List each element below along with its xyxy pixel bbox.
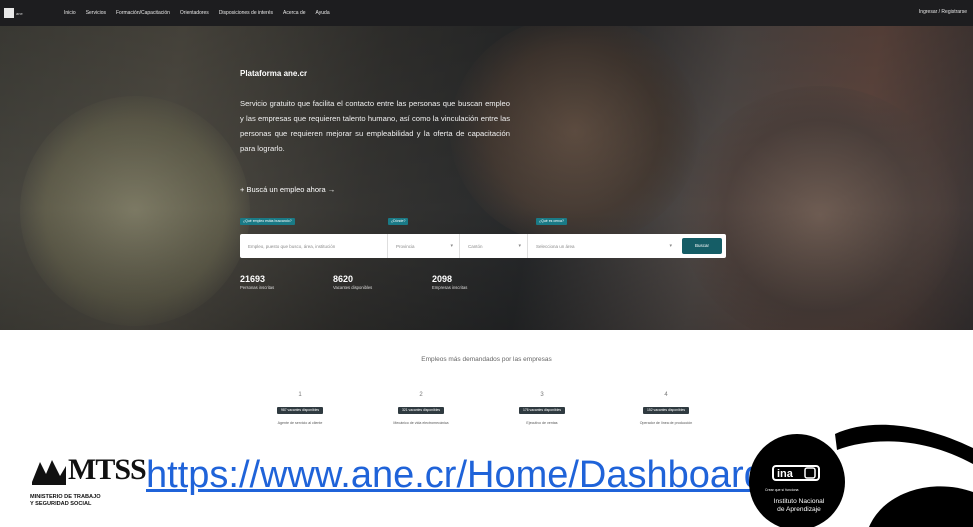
mtss-subtitle: MINISTERIO DE TRABAJO Y SEGURIDAD SOCIAL — [30, 494, 101, 507]
area-select[interactable]: Selecciona un área ▾ — [528, 234, 678, 258]
ina-name: Instituto Nacional de Aprendizaje — [773, 498, 825, 513]
job-title: Agente de servicio al cliente — [277, 421, 323, 425]
job-rank: 1 — [298, 392, 302, 398]
vacancy-badge: 321 vacantes disponibles — [397, 407, 445, 414]
vacancy-badge: 152 vacantes disponibles — [642, 407, 690, 414]
nav-item-servicios[interactable]: Servicios — [86, 10, 106, 16]
job-card[interactable]: 4 152 vacantes disponibles Operador de l… — [626, 392, 706, 425]
hero-overlay — [0, 26, 973, 330]
logo-mark-icon — [4, 8, 14, 18]
canton-label: Cantón — [468, 243, 483, 249]
search-input[interactable]: Empleo, puesto que busco, área, instituc… — [240, 234, 388, 258]
top-navbar: ane Inicio Servicios Formación/Capacitac… — [0, 0, 973, 26]
job-title: Operador de línea de producción — [639, 421, 693, 425]
ane-logo[interactable]: ane — [4, 7, 32, 19]
job-search-bar: Empleo, puesto que busco, área, instituc… — [240, 234, 726, 258]
job-card[interactable]: 3 176 vacantes disponibles Ejecutivo de … — [502, 392, 582, 425]
chevron-down-icon: ▾ — [450, 243, 453, 249]
province-label: Provincia — [396, 243, 415, 249]
ina-tagline: Crear que sí funciona — [765, 488, 799, 492]
search-placeholder: Empleo, puesto que busco, área, instituc… — [248, 243, 336, 249]
login-link[interactable]: Ingresar / Registrarse — [919, 9, 967, 15]
stat-label: Vacantes disponibles — [333, 285, 373, 290]
nav-item-disposiciones[interactable]: Disposiciones de interés — [219, 10, 273, 16]
hero-title: Plataforma ane.cr — [240, 69, 308, 78]
stat-number: 2098 — [432, 274, 453, 284]
svg-text:ina: ina — [777, 468, 794, 480]
tag-near[interactable]: ¿Qué es cerca? — [536, 218, 567, 225]
vacancy-badge: 987 vacantes disponibles — [276, 407, 324, 414]
stat-label: Personas inscritas — [240, 285, 275, 290]
vacancy-badge: 176 vacantes disponibles — [518, 407, 566, 414]
nav-item-formacion[interactable]: Formación/Capacitación — [116, 10, 170, 16]
chevron-down-icon: ▾ — [518, 243, 521, 249]
search-button[interactable]: Buscar — [682, 238, 722, 254]
job-title: Mecánico de vida electromecánica — [393, 421, 449, 425]
nav-item-acerca[interactable]: Acerca de — [283, 10, 306, 16]
stat-empresas: 2098 Empresas inscritas — [432, 274, 467, 290]
job-rank: 4 — [664, 392, 668, 398]
job-rank: 3 — [540, 392, 544, 398]
job-rank: 2 — [419, 392, 423, 398]
province-select[interactable]: Provincia ▾ — [388, 234, 460, 258]
chevron-down-icon: ▾ — [669, 243, 672, 249]
mtss-wordmark: MTSS — [68, 453, 147, 486]
mtss-logo: MTSS MINISTERIO DE TRABAJO Y SEGURIDAD S… — [28, 452, 147, 514]
job-title: Ejecutivo de ventas — [526, 421, 558, 425]
stat-vacantes: 8620 Vacantes disponibles — [333, 274, 372, 290]
section-title: Empleos más demandados por las empresas — [421, 356, 552, 363]
job-card[interactable]: 2 321 vacantes disponibles Mecánico de v… — [381, 392, 461, 425]
stat-label: Empresas inscritas — [432, 285, 468, 290]
job-card[interactable]: 1 987 vacantes disponibles Agente de ser… — [260, 392, 340, 425]
search-job-link[interactable]: + Buscá un empleo ahora → — [240, 185, 335, 194]
nav-item-inicio[interactable]: Inicio — [64, 10, 76, 16]
logo-text: ane — [16, 10, 23, 16]
stat-number: 8620 — [333, 274, 354, 284]
hero-banner: Plataforma ane.cr Servicio gratuito que … — [0, 26, 973, 330]
nav-item-orientadores[interactable]: Orientadores — [180, 10, 209, 16]
hero-description: Servicio gratuito que facilita el contac… — [240, 99, 510, 153]
dashboard-url-link[interactable]: https://www.ane.cr/Home/Dashboard — [146, 452, 765, 498]
tag-where[interactable]: ¿Dónde? — [388, 218, 409, 225]
tag-what-job[interactable]: ¿Qué empleo estás buscando? — [240, 218, 295, 225]
area-label: Selecciona un área — [536, 243, 575, 249]
canton-select[interactable]: Cantón ▾ — [460, 234, 528, 258]
mtss-emblem-icon — [32, 460, 66, 485]
nav-item-ayuda[interactable]: Ayuda — [316, 10, 330, 16]
stat-number: 21693 — [240, 274, 266, 284]
stat-personas: 21693 Personas inscritas — [240, 274, 274, 290]
